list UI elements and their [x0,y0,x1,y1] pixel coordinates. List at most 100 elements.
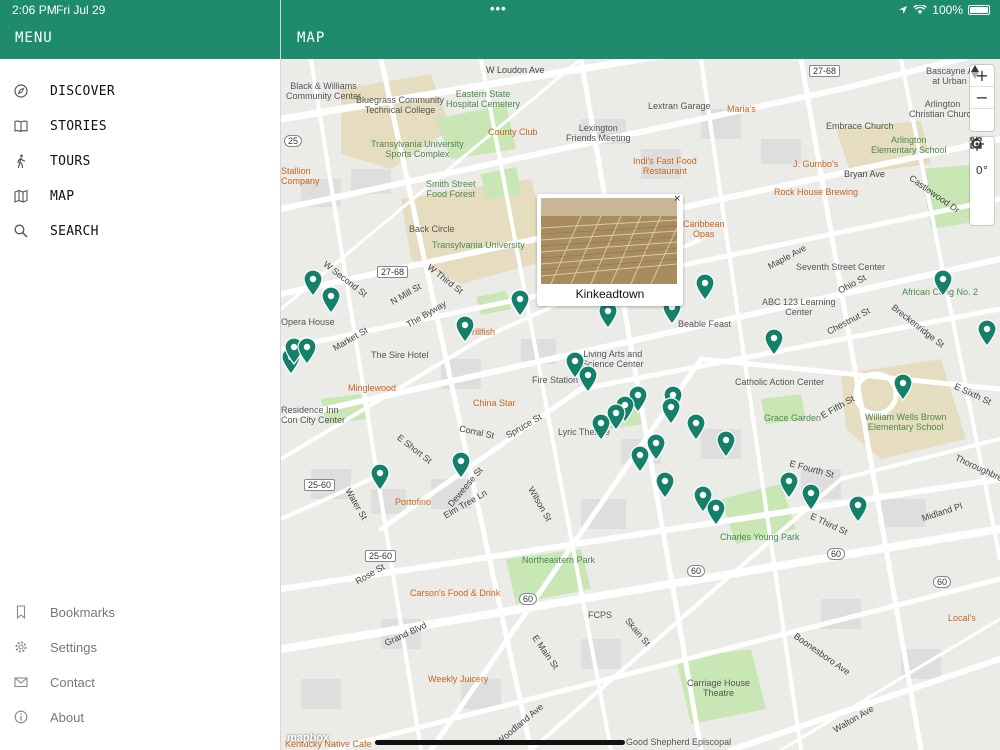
poi-label: Minglewood [348,383,397,393]
map-marker-pin-icon[interactable] [764,328,784,356]
nav-item-stories[interactable]: STORIES [0,111,280,141]
fullscreen-button[interactable] [970,137,994,203]
status-bar: 2:06 PM Fri Jul 29 ••• 100% [0,0,1000,20]
poi-label: China Star [473,398,516,408]
map-marker-pin-icon[interactable] [779,471,799,499]
gear-icon [15,641,27,653]
map-marker-pin-icon[interactable] [321,286,341,314]
map-marker-pin-icon[interactable] [661,397,681,425]
poi-label: FCPS [588,610,613,620]
route-shield: 25-60 [365,550,397,562]
poi-label: Transylvania University [432,240,525,250]
poi-label: Arlington Christian Church [909,99,977,119]
map-marker-pin-icon[interactable] [977,319,997,347]
mail-icon [14,677,28,688]
zoom-out-button[interactable]: − [970,87,994,109]
poi-label: Opera House [281,317,335,327]
route-shield: 60 [519,593,538,605]
map-marker-pin-icon[interactable] [706,498,726,526]
split-divider [280,0,281,750]
zoom-controls: + − [970,65,994,131]
poi-label: Indi's Fast Food Restaurant [633,156,697,176]
map-title: MAP [297,30,326,46]
route-shield: 60 [687,565,706,577]
poi-label: Residence Inn Con City Center [281,405,346,425]
map-marker-pin-icon[interactable] [455,315,475,343]
battery-icon [968,5,990,15]
nav-item-tours[interactable]: TOURS [0,146,280,176]
map-icon [14,189,28,203]
map-marker-pin-icon[interactable] [695,273,715,301]
multitasking-dots-icon[interactable]: ••• [490,1,507,16]
map-marker-pin-icon[interactable] [591,413,611,441]
map-marker-pin-icon[interactable] [578,365,598,393]
mapbox-logo[interactable]: mapbox [287,732,329,744]
nav-item-discover[interactable]: DISCOVER [0,76,280,106]
map-marker-pin-icon[interactable] [801,483,821,511]
poi-label: Portofino [395,497,432,507]
nav-label: STORIES [50,118,107,134]
map-marker-pin-icon[interactable] [303,269,323,297]
poi-label: Charles Young Park [720,532,800,542]
poi-label: Carriage House Theatre [687,678,751,698]
nav-item-about[interactable]: About [0,702,280,732]
map-marker-pin-icon[interactable] [933,269,953,297]
map-side-controls: 0° [970,137,994,225]
map-marker-pin-icon[interactable] [848,495,868,523]
poi-label: Black & Williams Community Center [286,81,362,101]
poi-label: Stallion Company [281,166,320,186]
historic-map-image [541,198,677,284]
refresh-button[interactable] [970,137,994,225]
poi-label: Smith Street Food Forest [426,179,476,199]
poi-label: Northeastern Park [522,555,596,565]
map-marker-pin-icon[interactable] [510,289,530,317]
map-marker-pin-icon[interactable] [655,471,675,499]
route-shield: 60 [933,576,952,588]
poi-label: ABC 123 Learning Center [762,297,836,317]
route-shield: 27-68 [809,65,841,77]
location-arrow-icon [899,6,908,14]
search-icon [14,224,28,238]
poi-label: Grace Garden [764,413,822,423]
poi-label: Weekly Juicery [428,674,489,684]
map-marker-pin-icon[interactable] [451,451,471,479]
poi-label: Transylvania University Sports Complex [371,139,464,159]
nav-item-map[interactable]: MAP [0,181,280,211]
poi-label: Catholic Action Center [735,377,825,387]
poi-label: Bluegrass Community Technical College [356,95,445,115]
nav-item-search[interactable]: SEARCH [0,216,280,246]
poi-label: County Club [488,127,538,137]
popup-close-button[interactable]: × [673,194,681,204]
poi-label: Caribbean Opas [683,219,725,239]
wifi-icon [913,5,928,14]
map-marker-pin-icon[interactable] [893,373,913,401]
compass-reset-button[interactable] [970,65,994,131]
route-shield: 25 [284,135,303,147]
poi-label: William Wells Brown Elementary School [865,412,947,432]
map-marker-pin-icon[interactable] [370,463,390,491]
nav-label: MAP [50,188,75,204]
nav-item-contact[interactable]: Contact [0,667,280,697]
home-indicator[interactable] [375,740,625,745]
nav-label: Bookmarks [50,604,116,620]
map-marker-pin-icon[interactable] [716,430,736,458]
nav-item-settings[interactable]: Settings [0,632,280,662]
map-marker-pin-icon[interactable] [646,433,666,461]
location-popup[interactable]: × Kinkeadtown [537,194,683,306]
bearing-readout[interactable]: 0° [970,159,994,181]
popup-thumbnail[interactable] [541,198,677,284]
map-marker-pin-icon[interactable] [686,413,706,441]
poi-label: Seventh Street Center [796,262,886,272]
route-shield: 27-68 [377,266,409,278]
status-time: 2:06 PM [12,3,57,17]
map-view[interactable]: W Loudon Ave Black & Williams Community … [281,59,1000,750]
nav-label: DISCOVER [50,83,116,99]
poi-label: Eastern State Hospital Cemetery [446,89,521,109]
compass-icon [14,84,28,98]
poi-label: Lexington Friends Meeting [566,123,631,143]
nav-label: SEARCH [50,223,99,239]
north-arrow-icon [971,65,979,79]
nav-item-bookmarks[interactable]: Bookmarks [0,597,280,627]
poi-label: Back Circle [409,224,455,234]
map-marker-pin-icon[interactable] [297,337,317,365]
